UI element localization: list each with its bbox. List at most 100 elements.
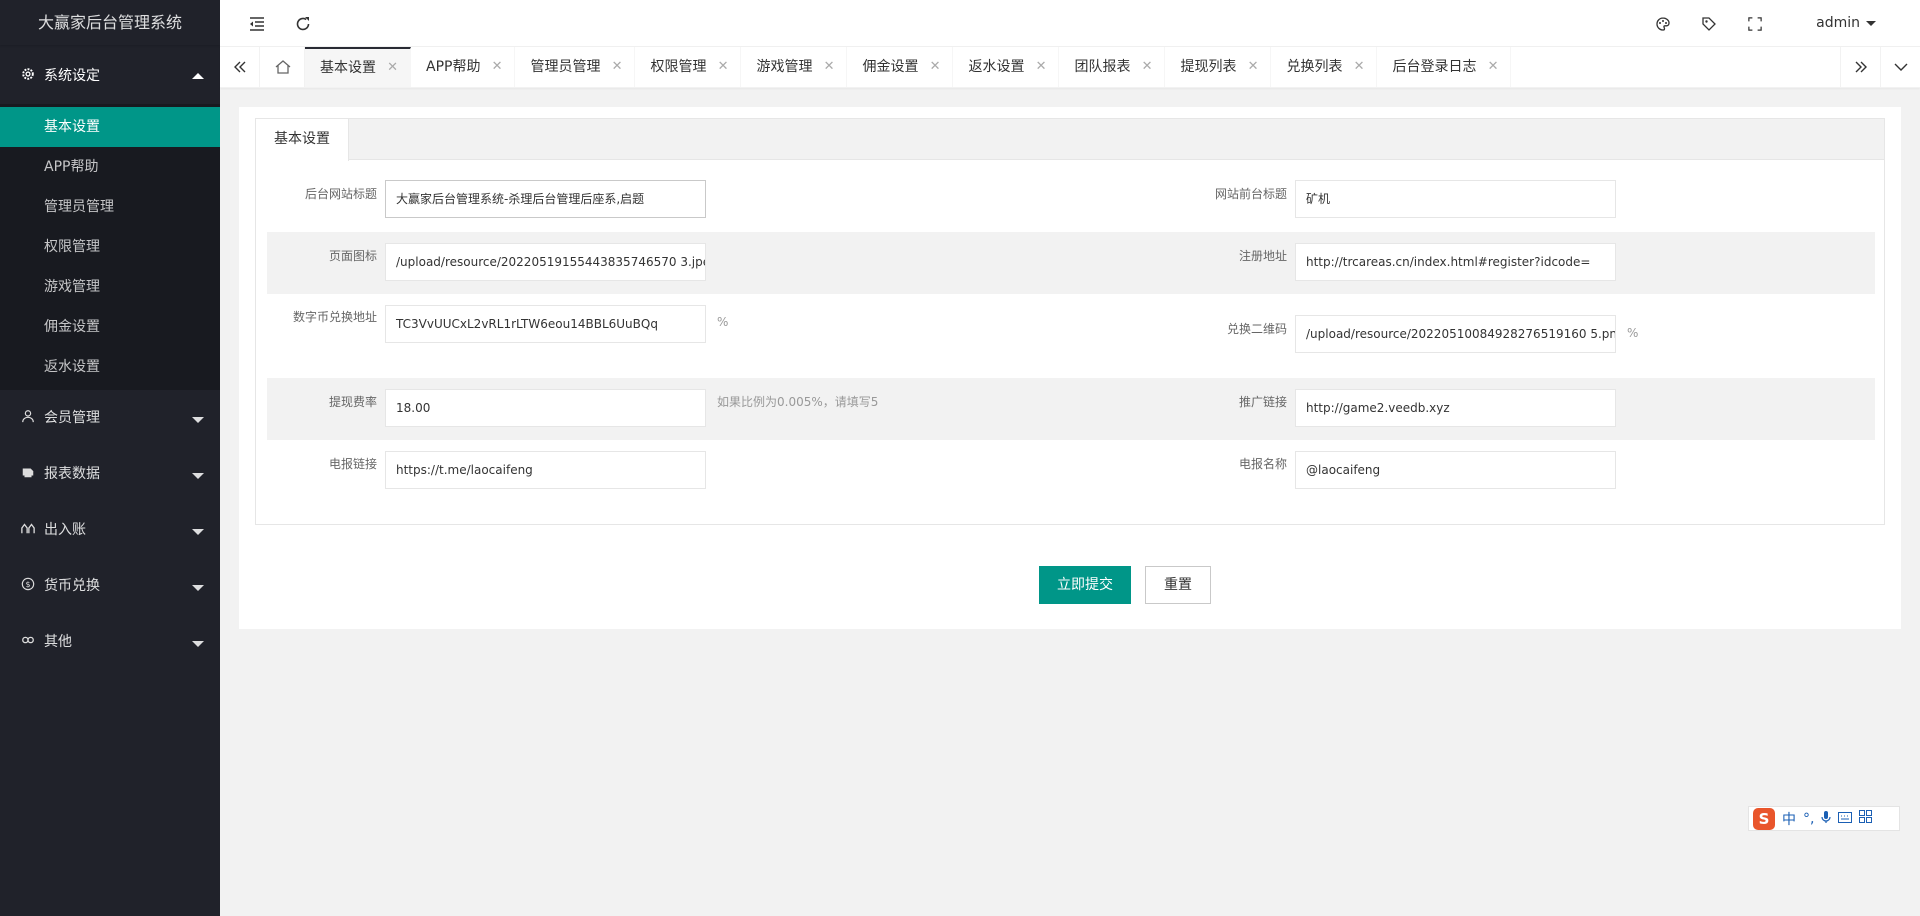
svg-text:$: $: [25, 580, 30, 589]
tabs-menu-button[interactable]: [1880, 47, 1920, 87]
keyboard-icon[interactable]: [1838, 811, 1853, 827]
field-label: 推广链接: [1238, 395, 1287, 409]
page-icon-input[interactable]: /upload/resource/20220519155443835746570…: [385, 243, 706, 281]
sidebar-group-member-management[interactable]: 会员管理: [0, 390, 220, 446]
register-url-input[interactable]: http://trcareas.cn/index.html#register?i…: [1295, 243, 1616, 281]
sidebar-group-currency-exchange[interactable]: $ 货币兑换: [0, 558, 220, 614]
crypto-address-input[interactable]: TC3VvUUCxL2vRL1rLTW6eou14BBL6UuBQq: [385, 305, 706, 343]
tabs-scroll-right-button[interactable]: [1840, 47, 1880, 87]
close-icon[interactable]: ✕: [612, 47, 623, 87]
promo-link-input[interactable]: http://game2.veedb.xyz: [1295, 389, 1616, 427]
close-icon[interactable]: ✕: [930, 47, 941, 87]
tabs-scroll-left-button[interactable]: [220, 47, 260, 87]
field-label: 电报链接: [328, 457, 377, 471]
refresh-button[interactable]: [280, 0, 326, 47]
sidebar-item-app-help[interactable]: APP帮助: [0, 147, 220, 187]
close-icon[interactable]: ✕: [718, 47, 729, 87]
field-label: 注册地址: [1238, 249, 1287, 263]
user-name: admin: [1816, 15, 1860, 31]
main-content: 基本设置 后台网站标题 大赢家后台管理系统-杀理后台管理后座系,启题 网站前台标…: [239, 107, 1901, 629]
sidebar-item-admin-management[interactable]: 管理员管理: [0, 187, 220, 227]
punctuation-icon[interactable]: °,: [1803, 811, 1814, 827]
telegram-link-input[interactable]: https://t.me/laocaifeng: [385, 451, 706, 489]
page-tabs-bar: 基本设置 ✕ APP帮助 ✕ 管理员管理 ✕ 权限管理 ✕ 游戏管理 ✕ 佣金设置 ✕ 返水…: [220, 47, 1920, 88]
tab-app-help[interactable]: APP帮助 ✕: [411, 47, 516, 87]
close-icon[interactable]: ✕: [1142, 47, 1153, 87]
withdraw-fee-hint: 如果比例为0.005%，请填写5: [717, 395, 879, 409]
chevron-down-icon: [192, 641, 204, 647]
sidebar-subnav: 基本设置 APP帮助 管理员管理 权限管理 游戏管理 佣金设置 返水设置: [0, 104, 220, 390]
sidebar-item-rebate-settings[interactable]: 返水设置: [0, 347, 220, 387]
sidebar-group-label: 其他: [44, 634, 72, 650]
field-label: 后台网站标题: [304, 187, 377, 201]
sidebar-group-in-out-accounts[interactable]: 出入账: [0, 502, 220, 558]
close-icon[interactable]: ✕: [1036, 47, 1047, 87]
report-icon: [20, 446, 36, 502]
withdraw-fee-input[interactable]: 18.00: [385, 389, 706, 427]
tab-admin-management[interactable]: 管理员管理 ✕: [515, 47, 636, 87]
site-admin-title-input[interactable]: 大赢家后台管理系统-杀理后台管理后座系,启题: [385, 180, 706, 218]
tab-withdraw-list[interactable]: 提现列表 ✕: [1165, 47, 1272, 87]
form-row: 电报链接 https://t.me/laocaifeng 电报名称 @laoca…: [267, 440, 1875, 502]
tab-exchange-list[interactable]: 兑换列表 ✕: [1271, 47, 1378, 87]
home-icon: [275, 60, 290, 74]
tab-game-management[interactable]: 游戏管理 ✕: [741, 47, 848, 87]
card-tab-bar: 基本设置: [256, 119, 1884, 161]
top-header: admin: [220, 0, 1920, 47]
sidebar-group-label: 报表数据: [44, 466, 100, 482]
chevron-down-icon: [192, 417, 204, 423]
card-tab-basic-settings[interactable]: 基本设置: [256, 119, 349, 161]
tab-team-report[interactable]: 团队报表 ✕: [1059, 47, 1166, 87]
sidebar-item-basic-settings[interactable]: 基本设置: [0, 107, 220, 147]
reset-button[interactable]: 重置: [1145, 566, 1211, 604]
percent-suffix: %: [1627, 326, 1639, 340]
tab-rebate-settings[interactable]: 返水设置 ✕: [953, 47, 1060, 87]
close-icon[interactable]: ✕: [1248, 47, 1259, 87]
sidebar-group-system-settings[interactable]: 系统设定: [0, 48, 220, 104]
tab-permission-management[interactable]: 权限管理 ✕: [635, 47, 742, 87]
sidebar-item-game-management[interactable]: 游戏管理: [0, 267, 220, 307]
theme-button[interactable]: [1640, 0, 1686, 47]
site-front-title-input[interactable]: 矿机: [1295, 180, 1616, 218]
tag-button[interactable]: [1686, 0, 1732, 47]
sidebar-group-other[interactable]: 其他: [0, 614, 220, 670]
toolbox-icon[interactable]: [1859, 810, 1873, 827]
user-menu[interactable]: admin: [1816, 0, 1876, 47]
sidebar-group-label: 出入账: [44, 522, 86, 538]
ime-mode-indicator[interactable]: 中: [1782, 809, 1796, 829]
ime-toolbar[interactable]: S 中 °,: [1748, 806, 1900, 831]
close-icon[interactable]: ✕: [1488, 47, 1499, 87]
microphone-icon[interactable]: [1821, 810, 1832, 828]
exchange-qr-input[interactable]: /upload/resource/20220510084928276519160…: [1295, 315, 1616, 353]
home-tab[interactable]: [261, 47, 305, 87]
close-icon[interactable]: ✕: [387, 49, 398, 87]
sidebar-group-label: 系统设定: [44, 68, 100, 84]
fullscreen-button[interactable]: [1732, 0, 1778, 47]
close-icon[interactable]: ✕: [492, 47, 503, 87]
telegram-name-input[interactable]: @laocaifeng: [1295, 451, 1616, 489]
settings-form-card: 基本设置 后台网站标题 大赢家后台管理系统-杀理后台管理后座系,启题 网站前台标…: [255, 118, 1885, 525]
sidebar-item-permission-management[interactable]: 权限管理: [0, 227, 220, 267]
sidebar-group-label: 货币兑换: [44, 578, 100, 594]
sogou-logo-icon: S: [1753, 807, 1775, 830]
double-chevron-left-icon: [233, 61, 245, 73]
sidebar-toggle-button[interactable]: [234, 0, 280, 47]
sidebar-item-commission-settings[interactable]: 佣金设置: [0, 307, 220, 347]
tab-commission-settings[interactable]: 佣金设置 ✕: [847, 47, 954, 87]
field-label: 电报名称: [1238, 457, 1287, 471]
sidebar-group-report-data[interactable]: 报表数据: [0, 446, 220, 502]
close-icon[interactable]: ✕: [1354, 47, 1365, 87]
form-row: 数字币兑换地址 TC3VvUUCxL2vRL1rLTW6eou14BBL6UuB…: [267, 294, 1875, 378]
submit-button[interactable]: 立即提交: [1039, 566, 1131, 604]
chevron-down-icon: [192, 473, 204, 479]
palette-icon: [1656, 16, 1670, 31]
refresh-icon: [296, 16, 310, 30]
double-chevron-right-icon: [1855, 61, 1867, 73]
close-icon[interactable]: ✕: [824, 47, 835, 87]
chevron-down-icon: [192, 529, 204, 535]
user-icon: [20, 390, 36, 446]
tab-basic-settings[interactable]: 基本设置 ✕: [305, 47, 411, 87]
field-label: 兑换二维码: [1226, 322, 1287, 336]
tab-login-log[interactable]: 后台登录日志 ✕: [1377, 47, 1512, 87]
sidebar-group-label: 会员管理: [44, 410, 100, 426]
